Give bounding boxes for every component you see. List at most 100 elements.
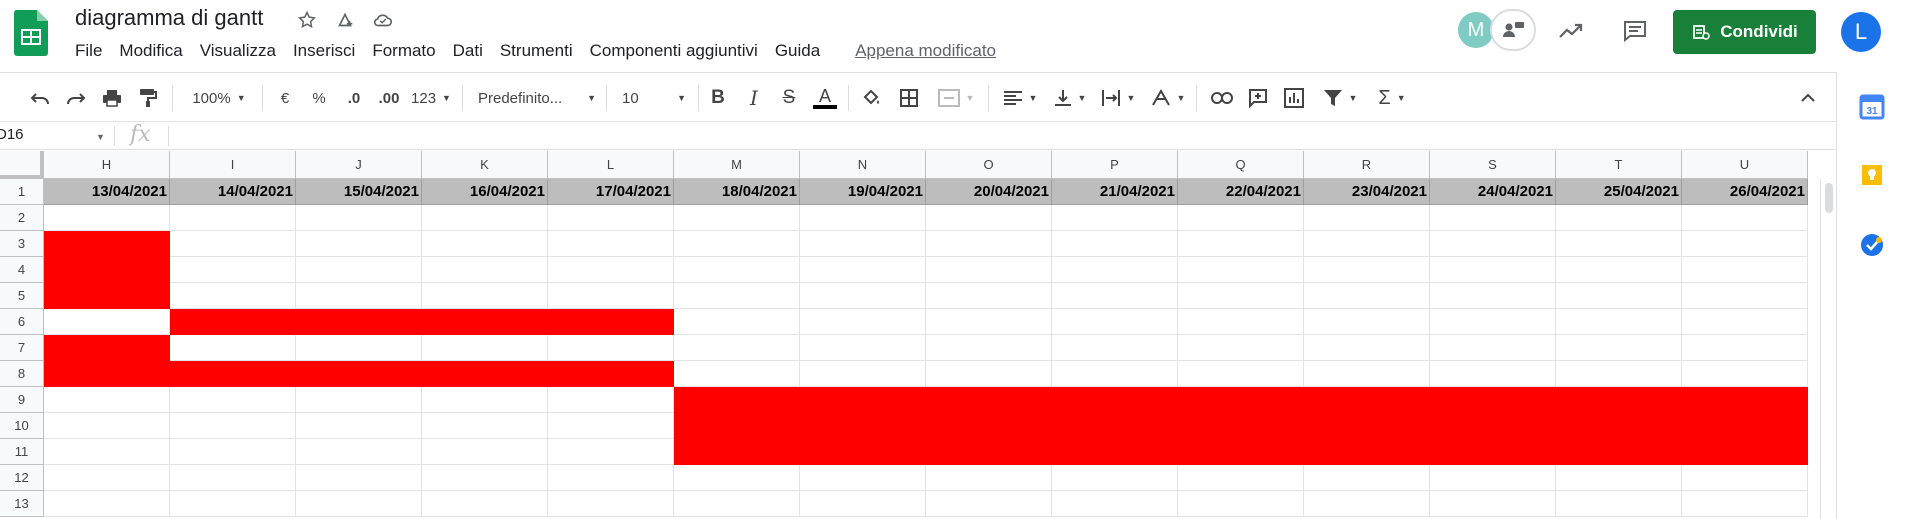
cell-l11[interactable] — [548, 439, 674, 465]
share-button[interactable]: Condividi — [1673, 10, 1816, 54]
cell-q5[interactable] — [1178, 283, 1304, 309]
cell-h2[interactable] — [44, 205, 170, 231]
date-header-cell[interactable]: 16/04/2021 — [422, 179, 548, 205]
insert-link-icon[interactable] — [1208, 83, 1236, 113]
cell-q2[interactable] — [1178, 205, 1304, 231]
merge-cells-icon[interactable]: ▼ — [934, 83, 978, 113]
cell-s8[interactable] — [1430, 361, 1556, 387]
increase-decimal-button[interactable]: .00 — [374, 83, 404, 113]
cell-l7[interactable] — [548, 335, 674, 361]
cell-r5[interactable] — [1304, 283, 1430, 309]
cell-s13[interactable] — [1430, 491, 1556, 517]
text-wrap-icon[interactable]: ▼ — [1098, 83, 1138, 113]
row-header-13[interactable]: 13 — [0, 491, 44, 517]
document-title[interactable]: diagramma di gantt — [75, 5, 263, 31]
row-header-10[interactable]: 10 — [0, 413, 44, 439]
gantt-bar[interactable] — [44, 231, 170, 309]
cell-s7[interactable] — [1430, 335, 1556, 361]
date-header-cell[interactable]: 23/04/2021 — [1304, 179, 1430, 205]
undo-icon[interactable] — [26, 83, 54, 113]
cell-t6[interactable] — [1556, 309, 1682, 335]
text-rotation-icon[interactable]: ▼ — [1148, 83, 1188, 113]
cell-l5[interactable] — [548, 283, 674, 309]
cell-k13[interactable] — [422, 491, 548, 517]
menu-strumenti[interactable]: Strumenti — [500, 41, 582, 61]
cell-m13[interactable] — [674, 491, 800, 517]
cell-p3[interactable] — [1052, 231, 1178, 257]
row-header-9[interactable]: 9 — [0, 387, 44, 413]
cell-u12[interactable] — [1682, 465, 1808, 491]
cell-o13[interactable] — [926, 491, 1052, 517]
cell-n12[interactable] — [800, 465, 926, 491]
currency-button[interactable]: € — [274, 83, 296, 113]
cell-n6[interactable] — [800, 309, 926, 335]
column-header-t[interactable]: T — [1556, 151, 1682, 179]
cell-s2[interactable] — [1430, 205, 1556, 231]
cell-l13[interactable] — [548, 491, 674, 517]
cell-u3[interactable] — [1682, 231, 1808, 257]
gantt-bar[interactable] — [674, 387, 1808, 465]
row-header-1[interactable]: 1 — [0, 179, 44, 205]
present-meeting-button[interactable] — [1490, 9, 1536, 51]
cell-r3[interactable] — [1304, 231, 1430, 257]
cell-i12[interactable] — [170, 465, 296, 491]
italic-icon[interactable]: I — [742, 83, 766, 113]
cell-o6[interactable] — [926, 309, 1052, 335]
row-header-2[interactable]: 2 — [0, 205, 44, 231]
functions-icon[interactable]: Σ ▼ — [1372, 83, 1412, 113]
cell-i13[interactable] — [170, 491, 296, 517]
date-header-cell[interactable]: 19/04/2021 — [800, 179, 926, 205]
menu-dati[interactable]: Dati — [453, 41, 492, 61]
name-box[interactable]: D16 — [0, 126, 24, 143]
cell-p5[interactable] — [1052, 283, 1178, 309]
row-header-8[interactable]: 8 — [0, 361, 44, 387]
cell-q3[interactable] — [1178, 231, 1304, 257]
menu-file[interactable]: File — [75, 41, 111, 61]
cell-r4[interactable] — [1304, 257, 1430, 283]
row-header-7[interactable]: 7 — [0, 335, 44, 361]
cell-p6[interactable] — [1052, 309, 1178, 335]
borders-icon[interactable] — [896, 83, 922, 113]
date-header-cell[interactable]: 20/04/2021 — [926, 179, 1052, 205]
cell-j3[interactable] — [296, 231, 422, 257]
cell-s3[interactable] — [1430, 231, 1556, 257]
date-header-cell[interactable]: 13/04/2021 — [44, 179, 170, 205]
cell-i2[interactable] — [170, 205, 296, 231]
menu-formato[interactable]: Formato — [372, 41, 444, 61]
column-header-h[interactable]: H — [44, 151, 170, 179]
cell-l12[interactable] — [548, 465, 674, 491]
cloud-status-icon[interactable] — [371, 8, 395, 32]
cell-q12[interactable] — [1178, 465, 1304, 491]
column-header-j[interactable]: J — [296, 151, 422, 179]
cell-j11[interactable] — [296, 439, 422, 465]
cell-p2[interactable] — [1052, 205, 1178, 231]
paint-format-icon[interactable] — [134, 83, 162, 113]
date-header-cell[interactable]: 21/04/2021 — [1052, 179, 1178, 205]
cell-r12[interactable] — [1304, 465, 1430, 491]
more-formats-select[interactable]: 123 ▼ — [410, 83, 452, 113]
cell-o5[interactable] — [926, 283, 1052, 309]
vertical-scrollbar[interactable] — [1820, 179, 1836, 519]
cell-h9[interactable] — [44, 387, 170, 413]
cell-o12[interactable] — [926, 465, 1052, 491]
cell-h6[interactable] — [44, 309, 170, 335]
select-all-corner[interactable] — [0, 151, 44, 179]
trend-icon[interactable] — [1556, 16, 1586, 46]
keep-icon[interactable] — [1859, 162, 1885, 188]
cell-t2[interactable] — [1556, 205, 1682, 231]
collapse-toolbar-icon[interactable] — [1796, 83, 1820, 113]
cell-n2[interactable] — [800, 205, 926, 231]
collaborator-avatar[interactable]: M — [1458, 12, 1494, 48]
column-header-m[interactable]: M — [674, 151, 800, 179]
cell-k3[interactable] — [422, 231, 548, 257]
cell-n3[interactable] — [800, 231, 926, 257]
text-color-icon[interactable]: A — [811, 83, 839, 113]
cell-t3[interactable] — [1556, 231, 1682, 257]
cell-p12[interactable] — [1052, 465, 1178, 491]
cell-o4[interactable] — [926, 257, 1052, 283]
strikethrough-icon[interactable]: S — [777, 83, 801, 113]
cell-q4[interactable] — [1178, 257, 1304, 283]
date-header-cell[interactable]: 18/04/2021 — [674, 179, 800, 205]
column-header-u[interactable]: U — [1682, 151, 1808, 179]
cell-u8[interactable] — [1682, 361, 1808, 387]
